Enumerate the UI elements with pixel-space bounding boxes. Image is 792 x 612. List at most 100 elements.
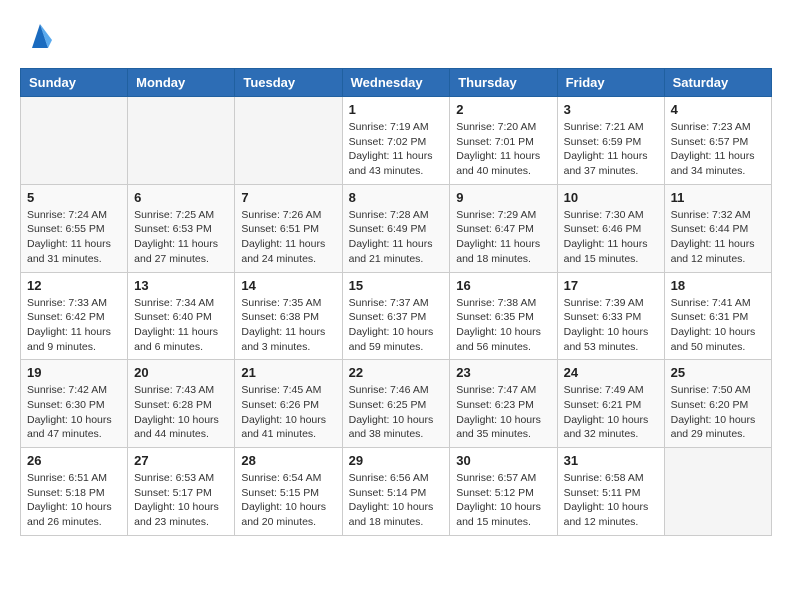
calendar-week-5: 26 Sunrise: 6:51 AM Sunset: 5:18 PM Dayli… xyxy=(21,448,772,536)
calendar-cell: 4 Sunrise: 7:23 AM Sunset: 6:57 PM Daylig… xyxy=(664,97,771,185)
day-number: 28 xyxy=(241,453,335,468)
calendar-cell xyxy=(21,97,128,185)
header-tuesday: Tuesday xyxy=(235,69,342,97)
day-info: Sunrise: 7:28 AM Sunset: 6:49 PM Dayligh… xyxy=(349,208,444,267)
day-info: Sunrise: 7:45 AM Sunset: 6:26 PM Dayligh… xyxy=(241,383,335,442)
day-info: Sunrise: 7:20 AM Sunset: 7:01 PM Dayligh… xyxy=(456,120,550,179)
calendar-cell: 3Sunrise: 7:21 AM Sunset: 6:59 PM Daylig… xyxy=(557,97,664,185)
calendar-cell: 8 Sunrise: 7:28 AM Sunset: 6:49 PM Daylig… xyxy=(342,184,450,272)
header-friday: Friday xyxy=(557,69,664,97)
day-number: 30 xyxy=(456,453,550,468)
day-number: 5 xyxy=(27,190,121,205)
logo-icon xyxy=(24,20,56,52)
day-info: Sunrise: 7:41 AM Sunset: 6:31 PM Dayligh… xyxy=(671,296,765,355)
day-info: Sunrise: 7:29 AM Sunset: 6:47 PM Dayligh… xyxy=(456,208,550,267)
calendar-week-3: 12 Sunrise: 7:33 AM Sunset: 6:42 PM Dayli… xyxy=(21,272,772,360)
calendar-cell: 23 Sunrise: 7:47 AM Sunset: 6:23 PM Dayli… xyxy=(450,360,557,448)
day-info: Sunrise: 7:47 AM Sunset: 6:23 PM Dayligh… xyxy=(456,383,550,442)
day-number: 20 xyxy=(134,365,228,380)
logo xyxy=(20,20,56,52)
calendar-cell: 21 Sunrise: 7:45 AM Sunset: 6:26 PM Dayli… xyxy=(235,360,342,448)
calendar-cell: 5 Sunrise: 7:24 AM Sunset: 6:55 PM Daylig… xyxy=(21,184,128,272)
calendar-table: SundayMondayTuesdayWednesdayThursdayFrid… xyxy=(20,68,772,536)
header-sunday: Sunday xyxy=(21,69,128,97)
day-info: Sunrise: 7:39 AM Sunset: 6:33 PM Dayligh… xyxy=(564,296,658,355)
calendar-cell: 17 Sunrise: 7:39 AM Sunset: 6:33 PM Dayli… xyxy=(557,272,664,360)
calendar-cell: 1 Sunrise: 7:19 AM Sunset: 7:02 PM Daylig… xyxy=(342,97,450,185)
header-wednesday: Wednesday xyxy=(342,69,450,97)
day-info: Sunrise: 6:53 AM Sunset: 5:17 PM Dayligh… xyxy=(134,471,228,530)
calendar-cell: 27Sunrise: 6:53 AM Sunset: 5:17 PM Dayli… xyxy=(128,448,235,536)
header-monday: Monday xyxy=(128,69,235,97)
day-info: Sunrise: 7:19 AM Sunset: 7:02 PM Dayligh… xyxy=(349,120,444,179)
day-number: 17 xyxy=(564,278,658,293)
calendar-cell: 25 Sunrise: 7:50 AM Sunset: 6:20 PM Dayli… xyxy=(664,360,771,448)
day-number: 26 xyxy=(27,453,121,468)
day-number: 13 xyxy=(134,278,228,293)
day-info: Sunrise: 6:51 AM Sunset: 5:18 PM Dayligh… xyxy=(27,471,121,530)
calendar-cell: 24 Sunrise: 7:49 AM Sunset: 6:21 PM Dayli… xyxy=(557,360,664,448)
calendar-cell: 10 Sunrise: 7:30 AM Sunset: 6:46 PM Dayli… xyxy=(557,184,664,272)
day-info: Sunrise: 7:49 AM Sunset: 6:21 PM Dayligh… xyxy=(564,383,658,442)
day-number: 12 xyxy=(27,278,121,293)
calendar-header-row: SundayMondayTuesdayWednesdayThursdayFrid… xyxy=(21,69,772,97)
day-number: 2 xyxy=(456,102,550,117)
calendar-cell: 28 Sunrise: 6:54 AM Sunset: 5:15 PM Dayli… xyxy=(235,448,342,536)
day-number: 29 xyxy=(349,453,444,468)
day-number: 8 xyxy=(349,190,444,205)
day-info: Sunrise: 7:50 AM Sunset: 6:20 PM Dayligh… xyxy=(671,383,765,442)
calendar-cell: 31Sunrise: 6:58 AM Sunset: 5:11 PM Dayli… xyxy=(557,448,664,536)
day-number: 25 xyxy=(671,365,765,380)
day-number: 14 xyxy=(241,278,335,293)
day-number: 15 xyxy=(349,278,444,293)
calendar-cell xyxy=(664,448,771,536)
day-number: 7 xyxy=(241,190,335,205)
day-info: Sunrise: 6:56 AM Sunset: 5:14 PM Dayligh… xyxy=(349,471,444,530)
day-number: 10 xyxy=(564,190,658,205)
calendar-cell: 20 Sunrise: 7:43 AM Sunset: 6:28 PM Dayli… xyxy=(128,360,235,448)
calendar-cell: 2 Sunrise: 7:20 AM Sunset: 7:01 PM Daylig… xyxy=(450,97,557,185)
calendar-cell: 30 Sunrise: 6:57 AM Sunset: 5:12 PM Dayli… xyxy=(450,448,557,536)
day-info: Sunrise: 6:57 AM Sunset: 5:12 PM Dayligh… xyxy=(456,471,550,530)
calendar-cell: 6Sunrise: 7:25 AM Sunset: 6:53 PM Daylig… xyxy=(128,184,235,272)
calendar-cell: 13 Sunrise: 7:34 AM Sunset: 6:40 PM Dayli… xyxy=(128,272,235,360)
day-info: Sunrise: 7:21 AM Sunset: 6:59 PM Dayligh… xyxy=(564,120,658,179)
day-info: Sunrise: 7:34 AM Sunset: 6:40 PM Dayligh… xyxy=(134,296,228,355)
day-info: Sunrise: 7:32 AM Sunset: 6:44 PM Dayligh… xyxy=(671,208,765,267)
day-info: Sunrise: 7:33 AM Sunset: 6:42 PM Dayligh… xyxy=(27,296,121,355)
calendar-cell: 16 Sunrise: 7:38 AM Sunset: 6:35 PM Dayli… xyxy=(450,272,557,360)
day-info: Sunrise: 7:37 AM Sunset: 6:37 PM Dayligh… xyxy=(349,296,444,355)
calendar-cell: 29 Sunrise: 6:56 AM Sunset: 5:14 PM Dayli… xyxy=(342,448,450,536)
day-number: 24 xyxy=(564,365,658,380)
day-info: Sunrise: 6:54 AM Sunset: 5:15 PM Dayligh… xyxy=(241,471,335,530)
day-number: 1 xyxy=(349,102,444,117)
day-number: 6 xyxy=(134,190,228,205)
calendar-cell: 14 Sunrise: 7:35 AM Sunset: 6:38 PM Dayli… xyxy=(235,272,342,360)
day-number: 11 xyxy=(671,190,765,205)
day-number: 16 xyxy=(456,278,550,293)
day-info: Sunrise: 7:35 AM Sunset: 6:38 PM Dayligh… xyxy=(241,296,335,355)
calendar-cell: 19Sunrise: 7:42 AM Sunset: 6:30 PM Dayli… xyxy=(21,360,128,448)
day-number: 4 xyxy=(671,102,765,117)
day-info: Sunrise: 7:26 AM Sunset: 6:51 PM Dayligh… xyxy=(241,208,335,267)
calendar-cell: 18Sunrise: 7:41 AM Sunset: 6:31 PM Dayli… xyxy=(664,272,771,360)
calendar-cell: 7 Sunrise: 7:26 AM Sunset: 6:51 PM Daylig… xyxy=(235,184,342,272)
calendar-week-4: 19Sunrise: 7:42 AM Sunset: 6:30 PM Dayli… xyxy=(21,360,772,448)
day-info: Sunrise: 7:30 AM Sunset: 6:46 PM Dayligh… xyxy=(564,208,658,267)
calendar-cell: 15 Sunrise: 7:37 AM Sunset: 6:37 PM Dayli… xyxy=(342,272,450,360)
calendar-week-1: 1 Sunrise: 7:19 AM Sunset: 7:02 PM Daylig… xyxy=(21,97,772,185)
calendar-cell: 12 Sunrise: 7:33 AM Sunset: 6:42 PM Dayli… xyxy=(21,272,128,360)
day-number: 9 xyxy=(456,190,550,205)
day-info: Sunrise: 7:24 AM Sunset: 6:55 PM Dayligh… xyxy=(27,208,121,267)
day-number: 19 xyxy=(27,365,121,380)
day-info: Sunrise: 6:58 AM Sunset: 5:11 PM Dayligh… xyxy=(564,471,658,530)
day-info: Sunrise: 7:23 AM Sunset: 6:57 PM Dayligh… xyxy=(671,120,765,179)
day-number: 21 xyxy=(241,365,335,380)
day-number: 23 xyxy=(456,365,550,380)
day-info: Sunrise: 7:38 AM Sunset: 6:35 PM Dayligh… xyxy=(456,296,550,355)
day-info: Sunrise: 7:46 AM Sunset: 6:25 PM Dayligh… xyxy=(349,383,444,442)
day-number: 22 xyxy=(349,365,444,380)
calendar-cell xyxy=(235,97,342,185)
calendar-cell: 22 Sunrise: 7:46 AM Sunset: 6:25 PM Dayli… xyxy=(342,360,450,448)
day-info: Sunrise: 7:43 AM Sunset: 6:28 PM Dayligh… xyxy=(134,383,228,442)
